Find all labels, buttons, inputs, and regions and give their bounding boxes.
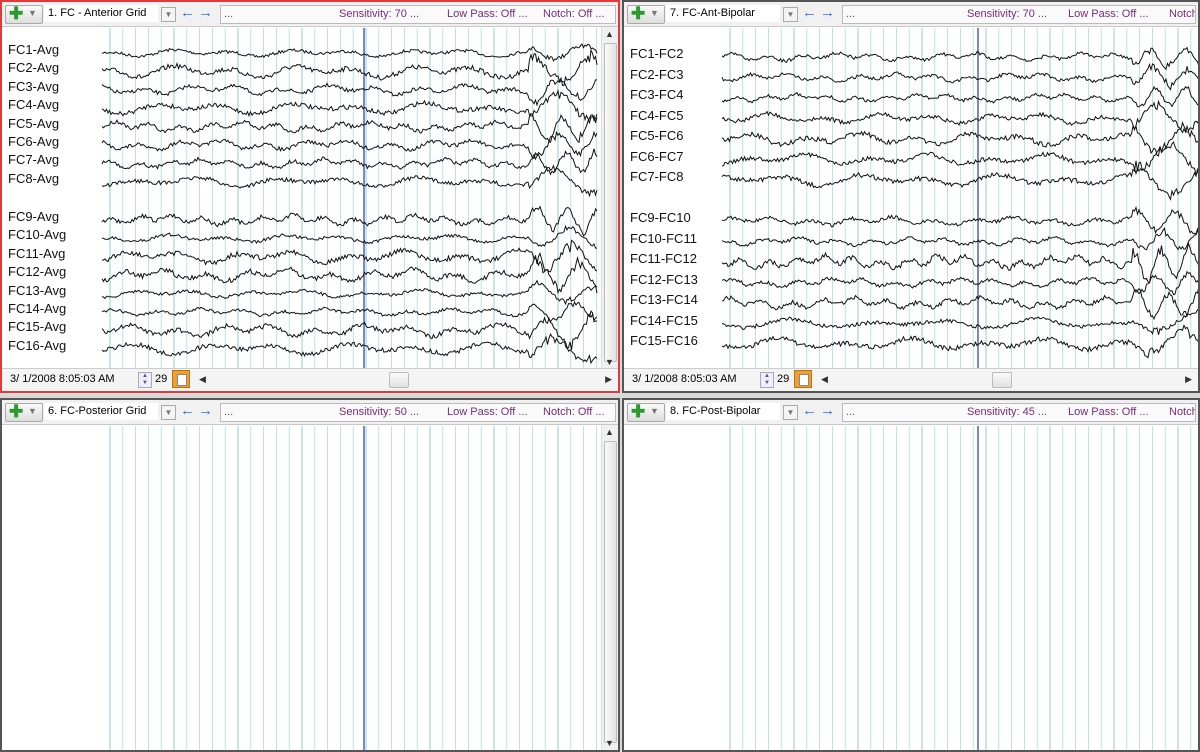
scroll-left-icon[interactable]: ◀ xyxy=(199,374,206,385)
eeg-channel-trace xyxy=(102,302,597,322)
channel-label[interactable]: FC2-FC3 xyxy=(630,67,683,82)
scroll-left-icon[interactable]: ◀ xyxy=(821,374,828,385)
horizontal-scroll-thumb[interactable] xyxy=(992,372,1012,388)
channel-label[interactable]: FC12-Avg xyxy=(8,264,66,279)
eeg-panel-3[interactable]: ✚▼6. FC-Posterior Grid▼←→...Sensitivity:… xyxy=(0,398,620,752)
channel-label[interactable]: FC13-Avg xyxy=(8,283,66,298)
channel-label[interactable]: FC6-Avg xyxy=(8,134,59,149)
channel-label[interactable]: FC3-Avg xyxy=(8,79,59,94)
eeg-channel-trace xyxy=(102,240,597,272)
horizontal-scrollbar[interactable]: ◀▶ xyxy=(197,371,614,388)
eeg-trace-canvas[interactable] xyxy=(2,2,620,393)
eeg-channel-trace xyxy=(102,334,597,363)
vertical-scroll-thumb[interactable] xyxy=(604,441,617,743)
page-spinner[interactable]: ▲▼ xyxy=(760,372,774,388)
eeg-channel-trace xyxy=(102,114,597,143)
scroll-up-icon[interactable]: ▲ xyxy=(605,29,614,39)
channel-label[interactable]: FC2-Avg xyxy=(8,60,59,75)
channel-label[interactable]: FC15-FC16 xyxy=(630,333,698,348)
vertical-scrollbar[interactable]: ▲▼ xyxy=(601,27,618,369)
channel-label[interactable]: FC9-Avg xyxy=(8,209,59,224)
scroll-up-icon[interactable]: ▲ xyxy=(605,427,614,437)
channel-label[interactable]: FC13-FC14 xyxy=(630,292,698,307)
channel-label[interactable]: FC5-FC6 xyxy=(630,128,683,143)
eeg-channel-trace xyxy=(102,207,597,236)
channel-label[interactable]: FC3-FC4 xyxy=(630,87,683,102)
eeg-panel-1[interactable]: ✚▼1. FC - Anterior Grid▼←→...Sensitivity… xyxy=(0,0,620,393)
scroll-down-icon[interactable]: ▼ xyxy=(605,738,614,748)
panel-status-bar: 3/ 1/2008 8:05:03 AM▲▼29◀▶ xyxy=(624,368,1198,391)
horizontal-scroll-thumb[interactable] xyxy=(389,372,409,388)
vertical-scroll-thumb[interactable] xyxy=(604,43,617,362)
eeg-channel-trace xyxy=(102,226,597,248)
eeg-channel-trace xyxy=(102,281,597,304)
eeg-channel-trace xyxy=(102,50,597,85)
panel-status-bar: 3/ 1/2008 8:05:03 AM▲▼29◀▶ xyxy=(2,368,618,391)
eeg-trace-canvas[interactable] xyxy=(624,2,1200,393)
channel-label[interactable]: FC12-FC13 xyxy=(630,272,698,287)
scroll-down-icon[interactable]: ▼ xyxy=(605,357,614,367)
date-time-field[interactable]: 3/ 1/2008 8:05:03 AM xyxy=(10,373,115,385)
eeg-channel-trace xyxy=(102,80,597,105)
eeg-trace-canvas[interactable] xyxy=(624,400,1200,752)
channel-label[interactable]: FC8-Avg xyxy=(8,171,59,186)
horizontal-scrollbar[interactable]: ◀▶ xyxy=(819,371,1194,388)
channel-label[interactable]: FC5-Avg xyxy=(8,116,59,131)
page-export-icon[interactable] xyxy=(794,370,812,388)
date-time-field[interactable]: 3/ 1/2008 8:05:03 AM xyxy=(632,373,737,385)
channel-label[interactable]: FC14-FC15 xyxy=(630,313,698,328)
channel-label[interactable]: FC1-FC2 xyxy=(630,46,683,61)
channel-label[interactable]: FC6-FC7 xyxy=(630,149,683,164)
channel-label[interactable]: FC16-Avg xyxy=(8,338,66,353)
channel-label[interactable]: FC10-Avg xyxy=(8,227,66,242)
eeg-channel-trace xyxy=(102,253,597,293)
channel-label[interactable]: FC4-Avg xyxy=(8,97,59,112)
channel-label[interactable]: FC4-FC5 xyxy=(630,108,683,123)
channel-label[interactable]: FC1-Avg xyxy=(8,42,59,57)
scroll-right-icon[interactable]: ▶ xyxy=(1185,374,1192,385)
eeg-panel-4[interactable]: ✚▼8. FC-Post-Bipolar▼←→...Sensitivity: 4… xyxy=(622,398,1200,752)
channel-label[interactable]: FC7-Avg xyxy=(8,152,59,167)
channel-label[interactable]: FC9-FC10 xyxy=(630,210,691,225)
channel-label[interactable]: FC14-Avg xyxy=(8,301,66,316)
page-number: 29 xyxy=(155,373,167,385)
eeg-trace-canvas[interactable] xyxy=(2,400,620,752)
channel-label[interactable]: FC11-Avg xyxy=(8,246,65,261)
eeg-channel-trace xyxy=(102,132,597,158)
scroll-right-icon[interactable]: ▶ xyxy=(605,374,612,385)
page-spinner[interactable]: ▲▼ xyxy=(138,372,152,388)
channel-label[interactable]: FC11-FC12 xyxy=(630,251,697,266)
eeg-channel-trace xyxy=(102,91,597,123)
eeg-panel-2[interactable]: ✚▼7. FC-Ant-Bipolar▼←→...Sensitivity: 70… xyxy=(622,0,1200,393)
page-export-icon[interactable] xyxy=(172,370,190,388)
vertical-scrollbar[interactable]: ▲▼ xyxy=(601,425,618,750)
channel-label[interactable]: FC10-FC11 xyxy=(630,231,697,246)
channel-label[interactable]: FC15-Avg xyxy=(8,319,66,334)
eeg-channel-trace xyxy=(102,166,597,196)
page-number: 29 xyxy=(777,373,789,385)
channel-label[interactable]: FC7-FC8 xyxy=(630,169,683,184)
eeg-channel-trace xyxy=(102,149,597,175)
eeg-channel-trace xyxy=(102,44,597,61)
